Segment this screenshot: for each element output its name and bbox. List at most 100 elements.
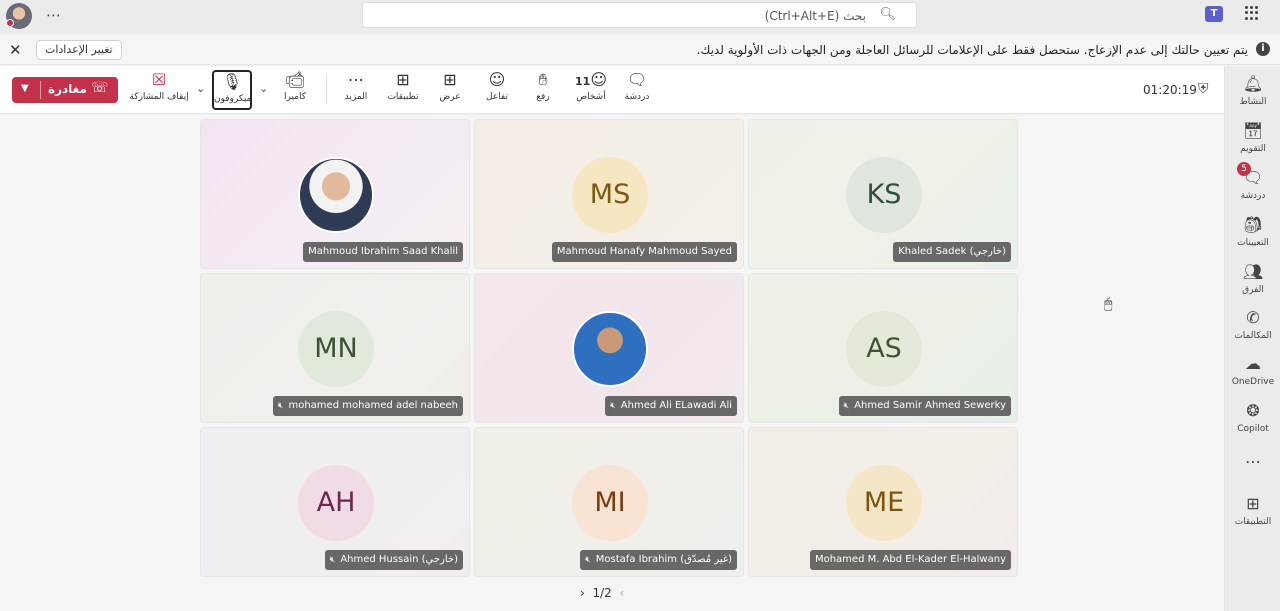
- participant-name: Mahmoud Ibrahim Saad Khalil: [303, 242, 463, 262]
- rail-item-chat[interactable]: 🗨︎ 5 دردشة: [1225, 162, 1280, 201]
- close-icon[interactable]: ✕: [9, 41, 22, 59]
- rail-item-calls[interactable]: ✆ المكالمات: [1225, 308, 1280, 341]
- rail-label: التطبيقات: [1234, 517, 1272, 527]
- chat-button[interactable]: 🗨︎ دردشة: [622, 70, 652, 110]
- participant-name: Khaled Sadek (خارجي): [893, 242, 1011, 262]
- participant-tile[interactable]: KS Khaled Sadek (خارجي): [748, 119, 1018, 269]
- app-launcher-icon[interactable]: [1245, 6, 1259, 20]
- view-button[interactable]: ⊞ عرض: [436, 70, 464, 110]
- avatar-initials: AS: [846, 311, 922, 387]
- teams-logo-icon: T: [1205, 6, 1223, 22]
- view-label: عرض: [439, 92, 461, 102]
- rail-label: النشاط: [1239, 97, 1267, 107]
- rail-item-calendar[interactable]: 📅︎ التقويم: [1225, 121, 1280, 154]
- more-actions-button[interactable]: ⋯ المزيد: [340, 70, 372, 110]
- participant-tile[interactable]: MI 🔇︎ Mostafa Ibrahim (غير مُصدّق): [474, 427, 744, 577]
- leave-label: مغادرة: [48, 82, 87, 96]
- chevron-down-icon[interactable]: ▼: [21, 83, 29, 94]
- participant-name: Mohamed M. Abd El-Kader El-Halwany: [809, 550, 1011, 570]
- bell-icon: 🔔︎: [1242, 74, 1264, 93]
- grid-view-icon: ⊞: [443, 70, 457, 89]
- mic-options-chevron-icon[interactable]: ⌄: [196, 82, 205, 95]
- apps-label: تطبيقات: [387, 92, 419, 102]
- microphone-icon: 🎙︎: [221, 72, 243, 91]
- next-page-icon[interactable]: ›: [580, 586, 585, 600]
- participant-tile[interactable]: Mahmoud Ibrahim Saad Khalil: [200, 119, 470, 269]
- rail-label: دردشة: [1240, 191, 1266, 201]
- rail-label: المكالمات: [1234, 331, 1272, 341]
- hand-icon: ✋︎: [538, 70, 548, 89]
- prev-page-icon[interactable]: ‹: [619, 586, 624, 600]
- participant-name: 🔇︎ Ahmed Samir Ahmed Sewerky: [838, 396, 1011, 416]
- rail-item-activity[interactable]: 🔔︎ النشاط: [1225, 74, 1280, 107]
- more-icon: ⋯: [1245, 452, 1261, 471]
- name-text: Mahmoud Hanafy Mahmoud Sayed: [556, 246, 732, 257]
- more-options-icon[interactable]: ⋯: [46, 6, 62, 24]
- stop-sharing-button[interactable]: ☒ إيقاف المشاركة: [128, 70, 190, 110]
- raise-hand-button[interactable]: ✋︎ رفع: [530, 70, 556, 110]
- name-text: Ahmed Hussain (خارجي): [340, 554, 458, 565]
- search-input[interactable]: بحث (Ctrl+Alt+E) 🔍︎: [362, 2, 917, 28]
- people-icon: 11☺: [575, 70, 607, 89]
- info-icon: i: [1256, 42, 1270, 56]
- participant-name: 🔇︎ Mostafa Ibrahim (غير مُصدّق): [580, 550, 737, 570]
- camera-off-icon: 📹︎: [284, 70, 306, 89]
- shield-icon: ⛨: [1198, 81, 1209, 97]
- microphone-button[interactable]: 🎙︎ ميكروفون: [212, 70, 252, 110]
- participant-tile[interactable]: AH 🔇︎ Ahmed Hussain (خارجي): [200, 427, 470, 577]
- avatar-initials: MS: [572, 157, 648, 233]
- more-icon: ⋯: [348, 70, 364, 89]
- gallery-pager: › 1/2 ‹: [580, 586, 624, 600]
- rail-item-teams[interactable]: 👥︎ الفرق: [1225, 262, 1280, 295]
- rail-item-more[interactable]: ⋯: [1225, 452, 1280, 472]
- name-text: Khaled Sadek (خارجي): [898, 246, 1006, 257]
- rail-item-copilot[interactable]: ❂ Copilot: [1225, 401, 1280, 434]
- avatar-initials: ME: [846, 465, 922, 541]
- camera-label: كاميرا: [283, 92, 307, 102]
- dnd-notification-banner: ✕ تغيير الإعدادات يتم تعيين حالتك إلى عد…: [0, 35, 1280, 65]
- meeting-toolbar: ▼ مغادرة ☏ ☒ إيقاف المشاركة ⌄ 🎙︎ ميكروفو…: [0, 66, 1224, 114]
- presence-dnd-icon: [6, 19, 14, 27]
- name-text: Mahmoud Ibrahim Saad Khalil: [308, 246, 458, 257]
- mouse-cursor-icon: 🖱︎: [1104, 296, 1113, 312]
- cloud-icon: ☁︎: [1245, 354, 1261, 373]
- react-button[interactable]: ☺ تفاعل: [482, 70, 512, 110]
- chat-label: دردشة: [624, 92, 650, 102]
- name-text: Mohamed M. Abd El-Kader El-Halwany: [814, 554, 1006, 565]
- teams-icon: 👥︎: [1242, 262, 1264, 281]
- participant-tile[interactable]: AS 🔇︎ Ahmed Samir Ahmed Sewerky: [748, 273, 1018, 423]
- avatar-initials: AH: [298, 465, 374, 541]
- stop-sharing-label: إيقاف المشاركة: [129, 92, 189, 102]
- video-gallery: Mahmoud Ibrahim Saad Khalil MS Mahmoud H…: [0, 115, 1224, 611]
- copilot-icon: ❂: [1246, 401, 1260, 420]
- apps-button[interactable]: ⊞ تطبيقات: [385, 70, 421, 110]
- rail-item-assignments[interactable]: 🎒︎ التعيينات: [1225, 215, 1280, 248]
- camera-button[interactable]: 📹︎ كاميرا: [280, 70, 310, 110]
- participant-tile[interactable]: MS Mahmoud Hanafy Mahmoud Sayed: [474, 119, 744, 269]
- search-icon: 🔍︎: [879, 7, 896, 22]
- rail-label: التقويم: [1240, 144, 1266, 154]
- participant-name: 🔇︎ Ahmed Ali ELawadi Ali: [605, 396, 737, 416]
- name-text: Mostafa Ibrahim (غير مُصدّق): [595, 554, 732, 565]
- people-label: أشخاص: [576, 92, 606, 102]
- leave-button[interactable]: ▼ مغادرة ☏: [12, 77, 118, 103]
- avatar-initials: KS: [846, 157, 922, 233]
- avatar-initials: MN: [298, 311, 374, 387]
- people-count: 11: [575, 75, 591, 88]
- stop-share-icon: ☒: [151, 70, 167, 89]
- people-button[interactable]: 11☺ أشخاص: [574, 70, 608, 110]
- rail-item-apps[interactable]: ⊞ التطبيقات: [1225, 494, 1280, 527]
- add-app-icon: ⊞: [1246, 494, 1260, 513]
- participant-tile[interactable]: ME Mohamed M. Abd El-Kader El-Halwany: [748, 427, 1018, 577]
- rail-item-onedrive[interactable]: ☁︎ OneDrive: [1225, 354, 1280, 387]
- mic-muted-icon: 🔇︎: [585, 555, 591, 565]
- participant-tile[interactable]: 🔇︎ Ahmed Ali ELawadi Ali: [474, 273, 744, 423]
- camera-options-chevron-icon[interactable]: ⌄: [259, 82, 268, 95]
- change-settings-button[interactable]: تغيير الإعدادات: [36, 40, 122, 60]
- participant-tile[interactable]: MN 🔇︎ mohamed mohamed adel nabeeh: [200, 273, 470, 423]
- microphone-label: ميكروفون: [214, 94, 252, 104]
- toolbar-separator: [326, 76, 327, 104]
- name-text: Ahmed Ali ELawadi Ali: [620, 400, 732, 411]
- chat-icon: 🗨︎ 5: [1225, 162, 1280, 188]
- unread-badge: 5: [1237, 162, 1251, 176]
